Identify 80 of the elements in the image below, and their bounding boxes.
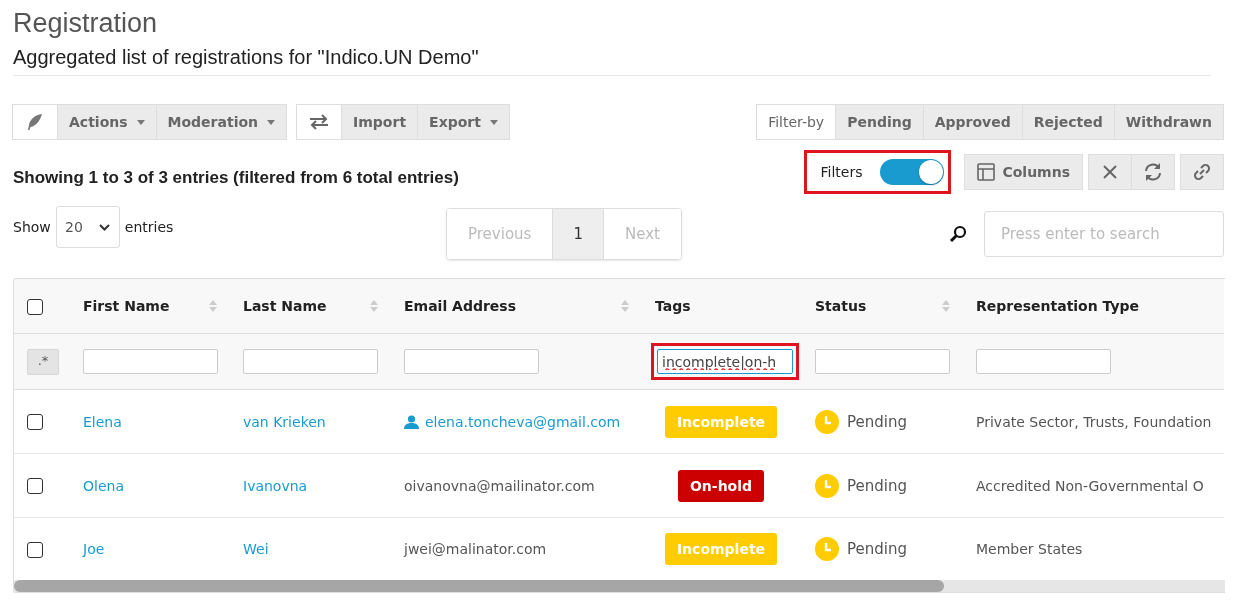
filters-toggle[interactable] (880, 159, 945, 185)
clock-icon (815, 473, 839, 498)
representation-text: Private Sector, Trusts, Foundation (976, 413, 1212, 430)
row-checkbox[interactable] (27, 541, 43, 558)
first-name-link[interactable]: Elena (83, 413, 122, 430)
filter-tab[interactable]: Rejected (1021, 104, 1115, 140)
column-filter-field[interactable] (404, 349, 539, 374)
representation-text: Accredited Non-Governmental O (976, 477, 1204, 494)
exchange-arrows-icon (309, 114, 330, 130)
select-all-checkbox[interactable] (27, 298, 43, 315)
last-name-link[interactable]: Wei (243, 541, 269, 557)
caret-icon (489, 119, 498, 125)
refresh-button[interactable] (1131, 154, 1175, 190)
caret-icon (267, 119, 276, 125)
column-header[interactable]: Representation Type (976, 298, 1140, 314)
last-name-link[interactable]: Ivanovna (243, 477, 308, 494)
filters-label: Filters (820, 164, 863, 180)
toolbar-button[interactable]: Import (341, 104, 419, 140)
sort-icon (209, 300, 217, 312)
column-header[interactable]: Last Name (243, 298, 327, 314)
filter-by-label: Filter-by (756, 104, 837, 140)
entries-label: entries (124, 219, 174, 235)
last-name-link[interactable]: van Krieken (243, 413, 326, 430)
status-text: Pending (847, 540, 907, 558)
tag-label: Incomplete (664, 405, 778, 438)
first-name-link[interactable]: Olena (83, 477, 124, 494)
column-filter-field[interactable] (976, 349, 1111, 374)
feather-button[interactable] (12, 104, 58, 140)
clock-icon (815, 537, 839, 561)
search-icon (949, 225, 967, 243)
show-label: Show (13, 219, 51, 235)
sort-icon (370, 300, 378, 312)
filter-tab[interactable]: Approved (922, 104, 1023, 140)
clear-button[interactable] (1088, 154, 1132, 190)
status-text: Pending (847, 412, 907, 431)
toolbar-button[interactable]: Actions (57, 104, 157, 140)
sort-icon (621, 300, 629, 312)
regex-button[interactable]: .* (27, 348, 59, 375)
tag-label: On-hold (677, 469, 765, 502)
page-size-select[interactable]: 20 (55, 206, 120, 248)
column-filter-field[interactable]: incomplete|on-h (657, 349, 793, 374)
page-title: Registration (13, 7, 159, 40)
row-checkbox[interactable] (27, 414, 43, 430)
row-checkbox[interactable] (27, 478, 43, 494)
column-filter-field[interactable] (815, 349, 950, 374)
page-subtitle: Aggregated list of registrations for "Indico.UN Demo" (13, 46, 1211, 76)
toolbar-button[interactable]: Moderation (155, 104, 288, 140)
filter-tab[interactable]: Pending (835, 104, 924, 140)
close-icon (1102, 164, 1118, 180)
column-filter-field[interactable] (83, 349, 218, 374)
tag-label: Incomplete (664, 533, 778, 565)
sort-icon (942, 300, 950, 312)
transfer-button[interactable] (296, 104, 343, 140)
refresh-icon (1143, 162, 1163, 182)
status-text: Pending (847, 476, 907, 495)
page-number[interactable]: 1 (552, 209, 603, 259)
link-icon (1192, 162, 1212, 182)
search-field[interactable]: Press enter to search (984, 211, 1224, 257)
scrollbar-thumb[interactable] (14, 580, 944, 592)
chevron-icon (99, 223, 111, 231)
column-header[interactable]: Status (815, 298, 867, 314)
user-icon (404, 414, 419, 429)
filter-tab[interactable]: Withdrawn (1113, 104, 1224, 140)
representation-text: Member States (976, 541, 1083, 557)
clock-icon (815, 409, 839, 434)
feather-icon (26, 113, 44, 131)
column-header[interactable]: Tags (655, 298, 691, 314)
column-header[interactable]: First Name (83, 298, 170, 314)
link-button[interactable] (1180, 154, 1224, 190)
columns-button[interactable]: Columns (964, 154, 1083, 190)
first-name-link[interactable]: Joe (83, 541, 105, 557)
caret-icon (136, 119, 145, 125)
summary-text: Showing 1 to 3 of 3 entries (filtered from 6 total entries) (13, 168, 459, 188)
toolbar-button[interactable]: Export (417, 104, 510, 140)
email-link[interactable]: elena.toncheva@gmail.com (425, 413, 621, 430)
email-text: oivanovna@mailinator.com (404, 477, 595, 494)
column-header[interactable]: Email Address (404, 298, 516, 314)
columns-icon (977, 163, 996, 181)
column-filter-field[interactable] (243, 349, 378, 374)
email-text: jwei@malinator.com (404, 541, 547, 557)
